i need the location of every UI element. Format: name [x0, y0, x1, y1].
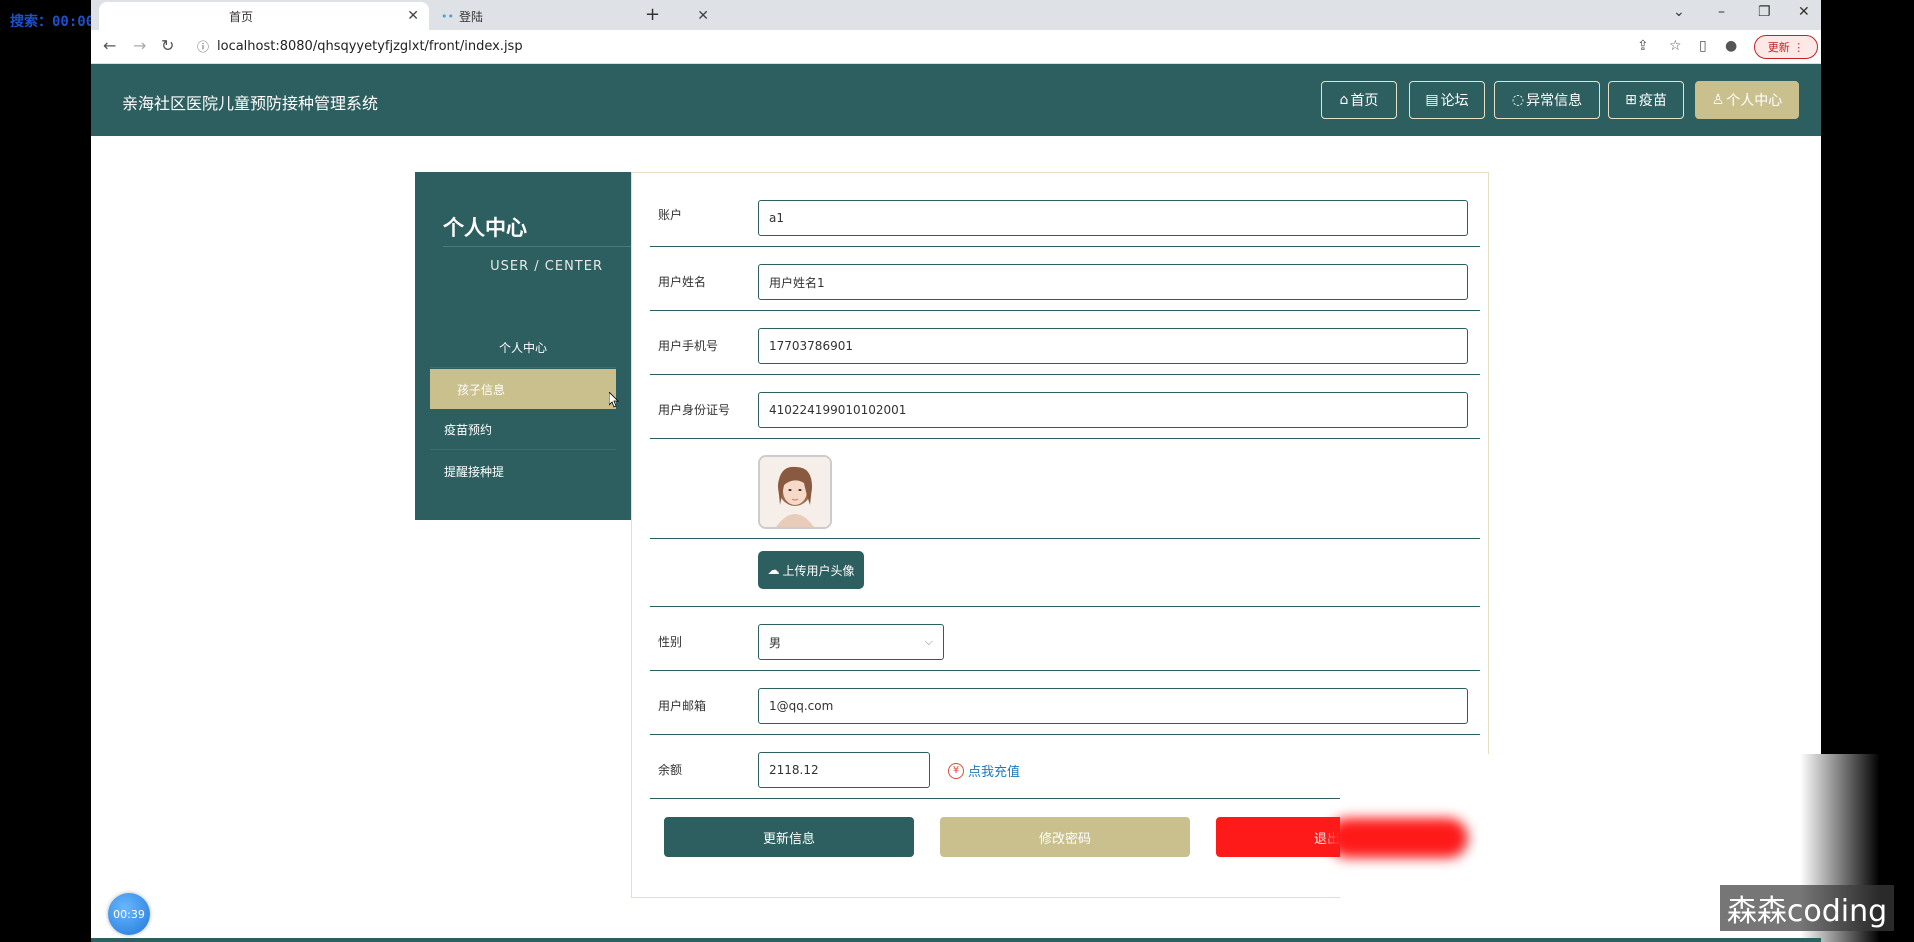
- nav-label: 个人中心: [1726, 93, 1783, 109]
- nav-abnormal-info[interactable]: ◌ 异常信息: [1494, 81, 1600, 119]
- balance-label: 余额: [658, 763, 683, 777]
- balance-input[interactable]: 2118.12: [758, 752, 930, 788]
- nav-label: 论坛: [1440, 93, 1469, 109]
- home-icon: ⌂: [1339, 92, 1349, 108]
- share-icon[interactable]: ⇪: [1637, 38, 1649, 54]
- window-close-icon[interactable]: ✕: [1798, 4, 1810, 20]
- tab-home[interactable]: 首页 ✕: [99, 2, 429, 30]
- reload-icon[interactable]: ↻: [161, 36, 174, 55]
- sidebar-item-label: 孩子信息: [457, 382, 506, 397]
- profile-icon[interactable]: ●: [1725, 38, 1737, 54]
- site-title: 亲海社区医院儿童预防接种管理系统: [122, 94, 379, 113]
- chevron-down-icon: ⌵: [924, 635, 933, 648]
- forum-icon: ▤: [1425, 92, 1439, 108]
- nav-user-center[interactable]: ♙ 个人中心: [1695, 81, 1799, 119]
- recording-timer[interactable]: 00:39: [108, 893, 150, 935]
- site-info-icon[interactable]: ⓘ: [197, 38, 209, 55]
- sidebar-item-child-info[interactable]: 孩子信息: [430, 369, 616, 409]
- nav-label: 疫苗: [1638, 93, 1667, 109]
- form-row-email: 用户邮箱 1@qq.com: [650, 671, 1480, 735]
- yen-icon: ¥: [948, 762, 964, 779]
- gender-select[interactable]: 男 ⌵: [758, 624, 944, 660]
- account-input[interactable]: a1: [758, 200, 1468, 236]
- form-row-avatar: [650, 439, 1480, 539]
- update-label: 更新: [1767, 41, 1790, 54]
- blurred-logout-fragment: [1328, 818, 1468, 858]
- upload-avatar-button[interactable]: ☁ 上传用户头像: [758, 551, 864, 589]
- tab-login[interactable]: •• 登陆 ✕: [429, 2, 719, 30]
- nav-vaccine[interactable]: ⊞ 疫苗: [1608, 81, 1684, 119]
- nav-forum[interactable]: ▤ 论坛: [1409, 81, 1485, 119]
- email-label: 用户邮箱: [658, 699, 707, 713]
- screen: 搜索：00:00:39(关键帧)(175) 首页 ✕ •• 登陆 ✕ + ⌄ –…: [0, 0, 1914, 942]
- change-password-label: 修改密码: [1038, 831, 1091, 847]
- cloud-upload-icon: ☁: [767, 563, 780, 577]
- tab-bar: 首页 ✕ •• 登陆 ✕ + ⌄ – ❐ ✕: [91, 0, 1821, 30]
- mouse-cursor-icon: [609, 392, 619, 408]
- recharge-label: 点我充值: [968, 765, 1021, 780]
- browser-update-button[interactable]: 更新 ⋮: [1754, 35, 1818, 59]
- nav-home[interactable]: ⌂ 首页: [1321, 81, 1397, 119]
- tab-label: 首页: [229, 9, 254, 24]
- gender-label: 性别: [658, 635, 683, 649]
- form-row-upload: ☁ 上传用户头像: [650, 539, 1480, 607]
- name-input[interactable]: 用户姓名1: [758, 264, 1468, 300]
- nav-label: 首页: [1350, 93, 1379, 109]
- sidebar-subtitle: USER / CENTER: [443, 246, 631, 274]
- back-icon[interactable]: ←: [103, 36, 116, 55]
- taskbar-strip: [91, 938, 1821, 942]
- sidebar-item-vaccination-reminder[interactable]: 提醒接种提: [430, 451, 616, 491]
- avatar: [758, 455, 832, 529]
- email-input[interactable]: 1@qq.com: [758, 688, 1468, 724]
- form-row-account: 账户 a1: [650, 173, 1480, 247]
- favicon-icon: ••: [441, 9, 454, 23]
- id-card-label: 用户身份证号: [658, 403, 731, 417]
- sidebar-item-user-center[interactable]: 个人中心: [430, 328, 616, 368]
- bookmark-star-icon[interactable]: ☆: [1669, 38, 1682, 54]
- restore-icon[interactable]: ❐: [1758, 4, 1771, 20]
- update-info-button[interactable]: 更新信息: [664, 817, 914, 857]
- close-tab-icon[interactable]: ✕: [407, 8, 419, 24]
- new-tab-icon[interactable]: +: [645, 4, 660, 25]
- tab-search-chevron-icon[interactable]: ⌄: [1673, 4, 1685, 20]
- gender-value: 男: [769, 635, 782, 650]
- sidebar-item-label: 个人中心: [498, 341, 547, 355]
- site-header: 亲海社区医院儿童预防接种管理系统 ⌂ 首页 ▤ 论坛 ◌ 异常信息 ⊞ 疫苗 ♙ 个人中心: [91, 64, 1821, 136]
- form-row-phone: 用户手机号 17703786901: [650, 311, 1480, 375]
- form-row-name: 用户姓名 用户姓名1: [650, 247, 1480, 311]
- minimize-icon[interactable]: –: [1718, 4, 1725, 20]
- form-row-gender: 性别 男 ⌵: [650, 607, 1480, 671]
- upload-label: 上传用户头像: [782, 563, 855, 578]
- nav-label: 异常信息: [1526, 93, 1583, 109]
- sidebar-title: 个人中心: [443, 216, 527, 240]
- vaccine-icon: ⊞: [1625, 92, 1637, 108]
- user-center-sidebar: 个人中心 USER / CENTER 个人中心 孩子信息 疫苗预约 提醒接种提: [415, 172, 631, 520]
- phone-label: 用户手机号: [658, 339, 719, 353]
- close-tab-icon[interactable]: ✕: [697, 8, 709, 24]
- recharge-link[interactable]: ¥ 点我充值: [948, 761, 1020, 780]
- alert-icon: ◌: [1511, 92, 1525, 108]
- sidebar-item-label: 疫苗预约: [444, 423, 493, 437]
- tab-label: 登陆: [459, 9, 484, 24]
- url-field[interactable]: localhost:8080/qhsqyyetyfjzglxt/front/in…: [217, 39, 523, 54]
- sidebar-item-label: 提醒接种提: [444, 464, 505, 479]
- change-password-button[interactable]: 修改密码: [940, 817, 1190, 857]
- watermark: 森森coding: [1720, 885, 1894, 931]
- user-icon: ♙: [1711, 92, 1725, 108]
- sidebar-toggle-icon[interactable]: ▯: [1699, 38, 1707, 54]
- form-row-id-card: 用户身份证号 410224199010102001: [650, 375, 1480, 439]
- account-label: 账户: [658, 208, 683, 222]
- phone-input[interactable]: 17703786901: [758, 328, 1468, 364]
- sidebar-item-vaccine-booking[interactable]: 疫苗预约: [430, 410, 616, 450]
- update-info-label: 更新信息: [762, 831, 815, 847]
- id-card-input[interactable]: 410224199010102001: [758, 392, 1468, 428]
- forward-icon[interactable]: →: [133, 36, 146, 55]
- name-label: 用户姓名: [658, 275, 707, 289]
- address-bar-row: ← → ↻ ⓘ localhost:8080/qhsqyyetyfjzglxt/…: [91, 30, 1821, 64]
